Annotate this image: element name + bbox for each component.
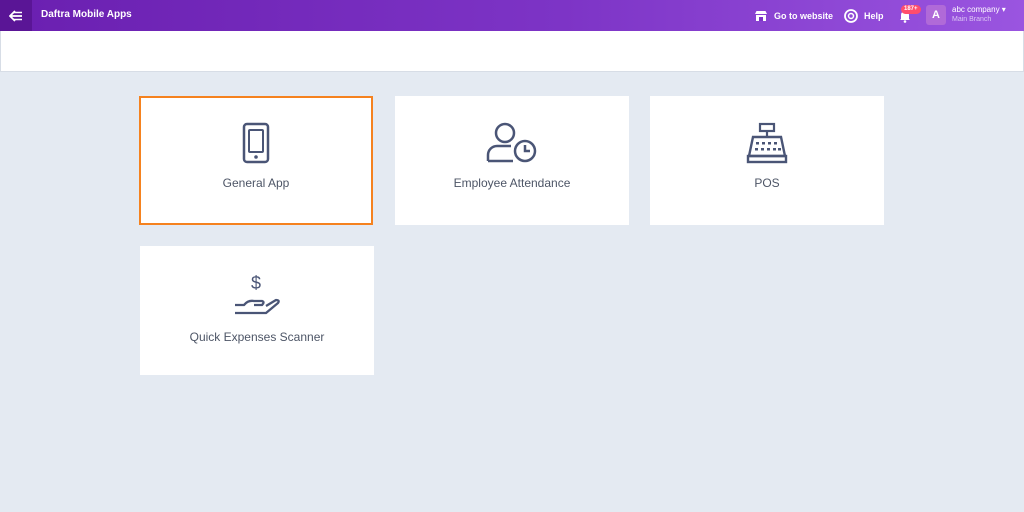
top-bar: Daftra Mobile Apps Go to website Help 18… <box>0 0 1024 31</box>
back-button[interactable] <box>0 0 32 31</box>
branch-name: Main Branch <box>952 16 992 23</box>
app-card-label: Quick Expenses Scanner <box>189 330 325 344</box>
hand-dollar-icon: $ <box>235 273 280 315</box>
mobile-phone-icon <box>242 122 270 164</box>
go-to-website-link[interactable]: Go to website <box>754 0 833 31</box>
app-card-employee-attendance[interactable]: Employee Attendance <box>395 96 629 225</box>
go-to-website-label: Go to website <box>774 10 834 21</box>
app-card-general-app[interactable]: General App <box>139 96 373 225</box>
company-switcher[interactable]: abc company ▾ Main Branch <box>952 5 1006 25</box>
svg-text:$: $ <box>251 273 261 293</box>
app-title: Daftra Mobile Apps <box>41 9 132 20</box>
help-link[interactable]: Help <box>844 0 884 31</box>
user-clock-icon <box>486 122 537 163</box>
app-card-label: Employee Attendance <box>453 176 571 190</box>
app-card-label: General App <box>222 176 290 190</box>
lifebuoy-icon <box>844 8 858 23</box>
avatar[interactable]: A <box>926 5 946 25</box>
store-icon <box>755 10 767 21</box>
sub-header <box>0 31 1024 72</box>
app-card-pos[interactable]: POS <box>650 96 884 225</box>
company-name: abc company ▾ <box>952 5 1006 14</box>
notifications-badge: 187+ <box>901 5 921 14</box>
help-label: Help <box>864 10 884 21</box>
arrow-left-icon <box>9 9 22 22</box>
app-card-label: POS <box>754 176 780 190</box>
cash-register-icon <box>746 122 788 164</box>
app-card-quick-expenses-scanner[interactable]: $ Quick Expenses Scanner <box>140 246 374 375</box>
